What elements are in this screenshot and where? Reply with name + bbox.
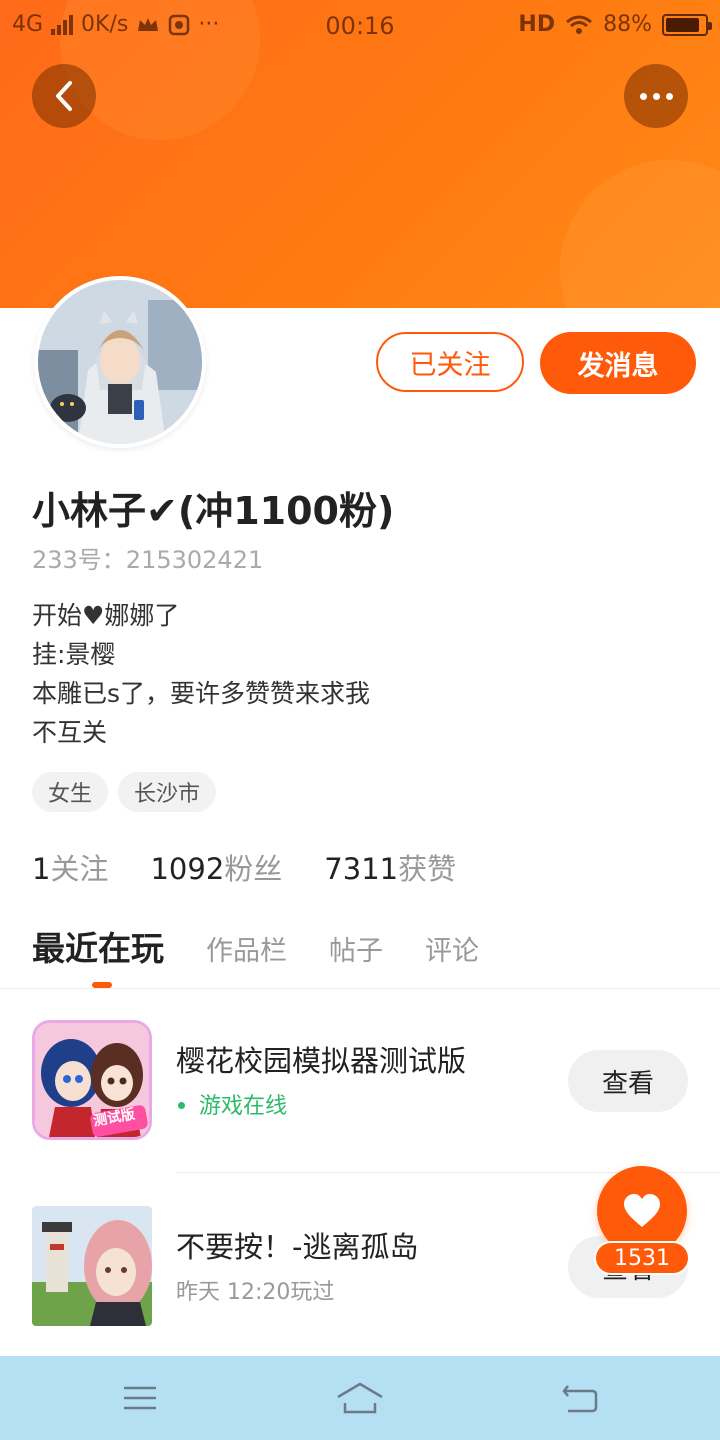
view-game-button[interactable]: 查看 [568,1050,688,1112]
back-nav-icon [562,1385,598,1413]
bio-line: 挂:景樱 [32,640,116,669]
home-button[interactable] [335,1376,385,1420]
battery-icon [662,13,712,36]
game-list-item[interactable]: 测试版 樱花校园模拟器测试版 游戏在线 查看 [0,1020,720,1150]
back-nav-button[interactable] [555,1376,605,1420]
more-options-button[interactable] [624,64,688,128]
heart-icon [624,1194,660,1227]
username: 小林子✔(冲1100粉) [32,489,395,533]
stat-following[interactable]: 1关注 [32,846,108,888]
game-icon: 测试版 [32,1020,152,1140]
tab-posts[interactable]: 帖子 [329,929,383,968]
menu-button[interactable] [115,1376,165,1420]
location-tag: 长沙市 [118,772,217,812]
stat-likes[interactable]: 7311获赞 [324,846,456,888]
bio-line: 本雕已s了，要许多赞赞来求我 [32,679,371,708]
profile-tabs: 最近在玩 作品栏 帖子 评论 [32,922,479,970]
game-icon [32,1206,152,1326]
hd-indicator: HD [518,12,556,37]
profile-tags: 女生 长沙市 [32,772,217,812]
profile-stats: 1关注 1092粉丝 7311获赞 [32,846,456,888]
menu-icon [124,1386,156,1410]
game-last-played: 昨天 12:20玩过 [176,1280,335,1305]
gender-tag: 女生 [32,772,109,812]
bio-line: 开始♥娜娜了 [32,601,180,630]
game-status-online: 游戏在线 [176,1088,287,1120]
wifi-icon [566,15,593,34]
back-arrow-icon [56,81,72,111]
avatar-image [38,280,202,444]
clock: 00:16 [325,12,395,40]
tab-works[interactable]: 作品栏 [206,929,287,968]
game-title: 樱花校园模拟器测试版 [176,1044,467,1078]
tab-comments[interactable]: 评论 [425,929,479,968]
like-count-badge: 1531 [594,1241,690,1275]
back-button[interactable] [32,64,96,128]
followed-button[interactable]: 已关注 [376,332,524,392]
system-nav-bar [0,1356,720,1440]
more-dots-icon [639,92,673,100]
send-message-button[interactable]: 发消息 [540,332,696,394]
stat-followers[interactable]: 1092粉丝 [150,846,282,888]
game-title: 不要按！-逃离孤岛 [176,1230,419,1264]
home-icon [337,1382,383,1414]
status-bar: 4G 0K/s ··· 00:16 HD 88% [0,0,720,50]
avatar[interactable] [34,276,206,448]
user-id: 233号：215302421 [32,546,264,574]
battery-percent: 88% [603,12,652,37]
divider [0,988,720,989]
bio: 开始♥娜娜了 挂:景樱 本雕已s了，要许多赞赞来求我 不互关 [32,596,370,752]
tab-recently-played[interactable]: 最近在玩 [32,922,164,970]
bio-line: 不互关 [32,718,108,747]
